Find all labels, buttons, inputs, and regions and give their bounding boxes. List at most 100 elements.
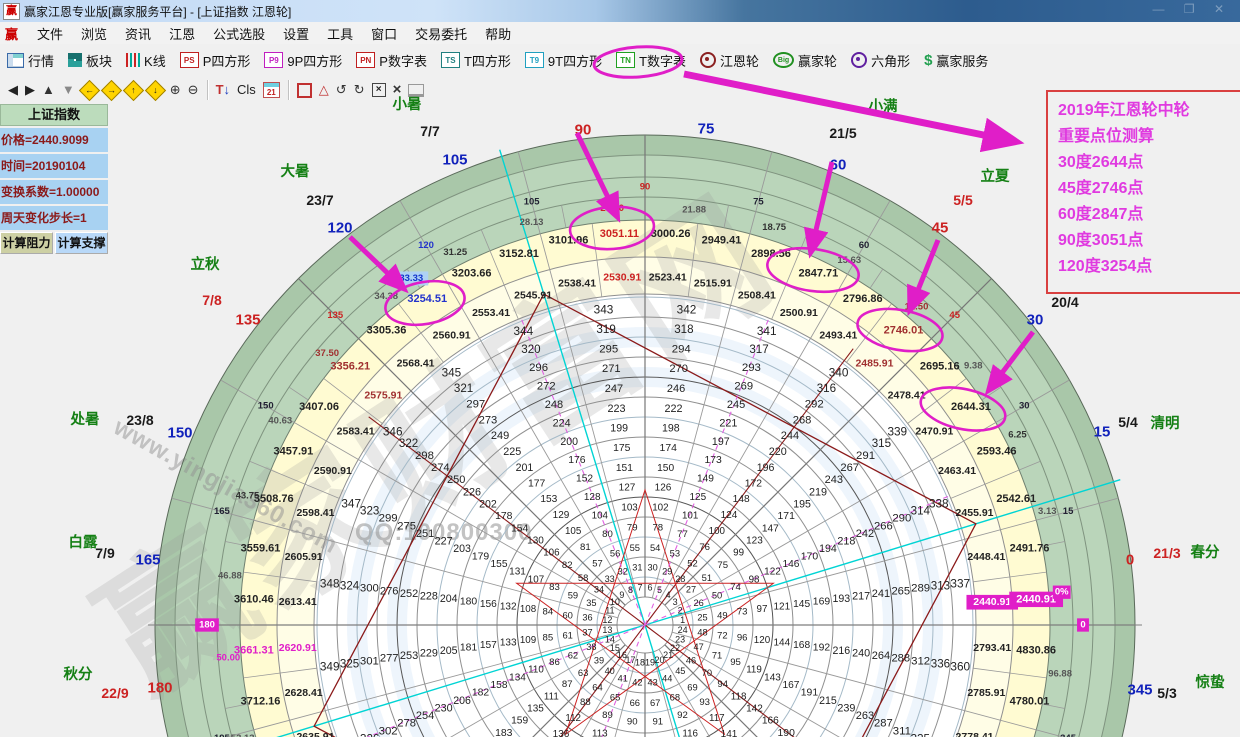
box-x-icon[interactable]: × (372, 83, 386, 97)
diamond-down-glyph: ↓ (153, 86, 158, 95)
target-icon (700, 52, 716, 68)
toolbar-button-T数字表[interactable]: TNT数字表 (609, 47, 693, 73)
title-bar: 赢 赢家江恩专业版[赢家服务平台] - [上证指数 江恩轮] — ❐ ✕ (0, 0, 1240, 23)
arrow-left-icon[interactable]: ◀ (8, 81, 18, 99)
tool-group-2: △ ↺ ↻ × × (289, 81, 433, 99)
toolbar-label: 行情 (28, 51, 54, 70)
quotes-grid-icon (7, 53, 24, 68)
badge-icon-TN: TN (616, 52, 635, 68)
menu-item-3[interactable]: 江恩 (160, 24, 204, 43)
diamond-up-icon[interactable]: ↑ (123, 79, 144, 100)
menu-item-7[interactable]: 窗口 (362, 24, 406, 43)
toolbar-button-赢家服务[interactable]: $赢家服务 (917, 47, 995, 73)
toolbar-button-赢家轮[interactable]: Big赢家轮 (766, 47, 844, 73)
menu-logo-icon: 赢 (5, 24, 18, 43)
toolbar-label: 赢家轮 (798, 51, 837, 70)
toolbar-label: T数字表 (639, 51, 686, 70)
big-wheel-icon: Big (773, 52, 794, 68)
info-panel: 上证指数 价格=2440.9099时间=20190104变换系数=1.00000… (0, 104, 108, 254)
menu-item-9[interactable]: 帮助 (476, 24, 520, 43)
annotation-line-2: 30度2644点 (1058, 150, 1240, 176)
diamond-down-icon[interactable]: ↓ (145, 79, 166, 100)
kline-icon (126, 53, 140, 67)
rotate-cw-icon[interactable]: ↻ (354, 81, 365, 99)
menu-item-5[interactable]: 设置 (274, 24, 318, 43)
blocks-icon (68, 53, 82, 67)
menu-item-0[interactable]: 文件 (28, 24, 72, 43)
toolbar-label: 江恩轮 (720, 51, 759, 70)
toolbar-button-T四方形[interactable]: TST四方形 (434, 47, 518, 73)
badge-icon-PS: PS (180, 52, 199, 68)
badge-icon-T9: T9 (525, 52, 544, 68)
diamond-left-glyph: ← (85, 86, 94, 95)
toolbar-button-六角形[interactable]: 六角形 (844, 47, 917, 73)
zoom-out-icon[interactable]: ⊖ (188, 81, 199, 99)
triangle-icon[interactable]: △ (319, 81, 329, 99)
toolbar-label: 六角形 (871, 51, 910, 70)
arrow-right-icon[interactable]: ▶ (25, 81, 35, 99)
info-row-1: 时间=20190104 (0, 154, 108, 178)
menu-item-4[interactable]: 公式选股 (204, 24, 274, 43)
arrow-up-icon[interactable]: ▲ (42, 81, 55, 99)
button-计算阻力[interactable]: 计算阻力 (0, 232, 53, 254)
toolbar-button-行情[interactable]: 行情 (0, 47, 61, 73)
toolbar-button-9T四方形[interactable]: T99T四方形 (518, 47, 609, 73)
toolbar-button-P数字表[interactable]: PNP数字表 (349, 47, 434, 73)
toolbar-label: 9T四方形 (548, 51, 602, 70)
symbol-title: 上证指数 (0, 104, 108, 126)
tool-group-1: T↓ Cls 21 (208, 81, 288, 99)
info-rows: 价格=2440.9099时间=20190104变换系数=1.00000周天变化步… (0, 128, 108, 230)
toolbar-button-9P四方形[interactable]: P99P四方形 (257, 47, 349, 73)
annotation-line-0: 2019年江恩轮中轮 (1058, 98, 1240, 124)
diamond-right-icon[interactable]: → (101, 79, 122, 100)
annotation-line-1: 重要点位测算 (1058, 124, 1240, 150)
tool-group-0: ◀ ▶ ▲ ▼ ← → ↑ ↓ ⊕ ⊖ (0, 81, 207, 99)
badge-icon-TS: TS (441, 52, 460, 68)
cls-button[interactable]: Cls (237, 81, 256, 99)
annotation-box: 2019年江恩轮中轮重要点位测算30度2644点45度2746点60度2847点… (1046, 90, 1240, 294)
menu-item-6[interactable]: 工具 (318, 24, 362, 43)
diamond-right-glyph: → (107, 86, 116, 95)
diamond-left-icon[interactable]: ← (79, 79, 100, 100)
square-tool-icon[interactable] (297, 83, 312, 98)
button-计算支撑[interactable]: 计算支撑 (55, 232, 108, 254)
toolbar-label: 9P四方形 (287, 51, 342, 70)
toolbar-button-K线[interactable]: K线 (119, 47, 173, 73)
annotation-line-3: 45度2746点 (1058, 176, 1240, 202)
price-axis-icon[interactable]: T↓ (216, 81, 230, 99)
app-window: { "window": { "title": "赢家江恩专业版[赢家服务平台] … (0, 0, 1240, 737)
toolbar-button-江恩轮[interactable]: 江恩轮 (693, 47, 766, 73)
annotation-line-4: 60度2847点 (1058, 202, 1240, 228)
center-x-icon[interactable]: × (393, 81, 402, 99)
rotate-ccw-icon[interactable]: ↺ (336, 81, 347, 99)
badge-icon-P9: P9 (264, 52, 283, 68)
zoom-in-icon[interactable]: ⊕ (170, 81, 181, 99)
annotation-line-6: 120度3254点 (1058, 254, 1240, 280)
projector-icon[interactable] (408, 84, 424, 97)
annotation-line-5: 90度3051点 (1058, 228, 1240, 254)
window-buttons[interactable]: — ❐ ✕ (1153, 2, 1232, 16)
target-icon (851, 52, 867, 68)
menu-item-1[interactable]: 浏览 (72, 24, 116, 43)
toolbar-label: T四方形 (464, 51, 511, 70)
menu-item-8[interactable]: 交易委托 (406, 24, 476, 43)
menu-bar: 赢 文件浏览资讯江恩公式选股设置工具窗口交易委托帮助 (0, 22, 1240, 45)
toolbar-label: 赢家服务 (936, 51, 988, 70)
toolbar-button-板块[interactable]: 板块 (61, 47, 119, 73)
toolbar-label: K线 (144, 51, 166, 70)
badge-icon-PN: PN (356, 52, 375, 68)
toolbar-button-P四方形[interactable]: PSP四方形 (173, 47, 258, 73)
menu-item-2[interactable]: 资讯 (116, 24, 160, 43)
arrow-down-icon[interactable]: ▼ (62, 81, 75, 99)
diamond-up-glyph: ↑ (131, 86, 136, 95)
window-title: 赢家江恩专业版[赢家服务平台] - [上证指数 江恩轮] (24, 3, 291, 20)
calendar-icon[interactable]: 21 (263, 82, 280, 98)
toolbar-main: 行情板块K线PSP四方形P99P四方形PNP数字表TST四方形T99T四方形TN… (0, 44, 1240, 77)
info-row-0: 价格=2440.9099 (0, 128, 108, 152)
toolbar-label: P四方形 (203, 51, 251, 70)
toolbar-label: P数字表 (379, 51, 427, 70)
info-row-3: 周天变化步长=1 (0, 206, 108, 230)
app-icon: 赢 (3, 3, 20, 20)
info-row-2: 变换系数=1.00000 (0, 180, 108, 204)
toolbar-label: 板块 (86, 51, 112, 70)
